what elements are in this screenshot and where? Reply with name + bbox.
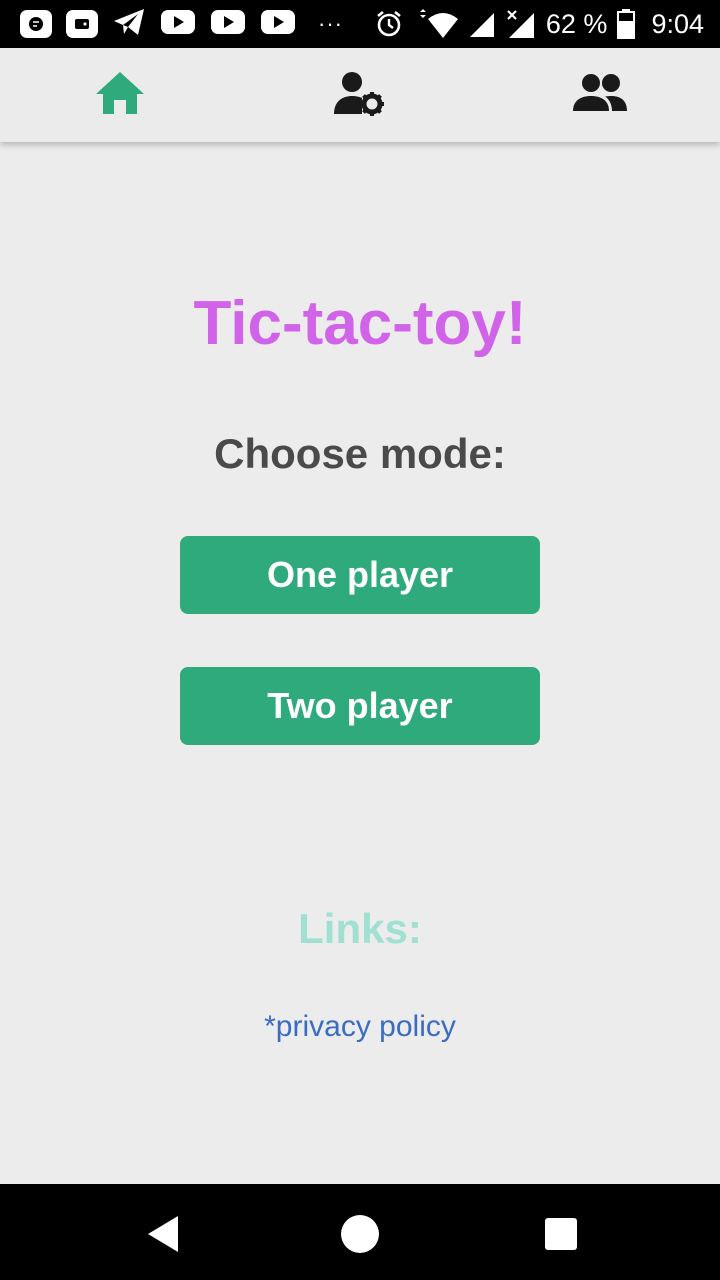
battery-icon	[617, 9, 636, 39]
privacy-policy-link[interactable]: *privacy policy	[0, 1010, 720, 1044]
screen: ··· 62 % 9:04 Tic-tac-toy! Choose mode: …	[0, 0, 720, 1280]
home-button[interactable]	[338, 1212, 382, 1256]
nav-players-button[interactable]	[565, 58, 635, 128]
notification-icons: ···	[20, 7, 343, 42]
more-notifications-indicator: ···	[318, 11, 343, 36]
home-icon	[96, 72, 144, 114]
youtube-icon	[260, 8, 296, 41]
recents-button[interactable]	[539, 1212, 583, 1256]
one-player-button[interactable]: One player	[180, 536, 540, 614]
wallet-app-icon	[66, 10, 98, 38]
recents-icon	[545, 1218, 577, 1250]
signal-no-service-icon	[506, 9, 536, 39]
home-circle-icon	[341, 1215, 379, 1253]
two-player-button[interactable]: Two player	[180, 667, 540, 745]
telegram-icon	[112, 7, 146, 42]
back-button[interactable]	[140, 1212, 184, 1256]
alarm-icon	[374, 9, 404, 39]
signal-icon	[468, 10, 496, 38]
youtube-icon	[160, 8, 196, 41]
back-icon	[148, 1216, 178, 1252]
chat-app-icon	[20, 10, 52, 38]
android-nav-bar	[0, 1184, 720, 1280]
top-nav-bar	[0, 48, 720, 142]
system-icons: 62 % 9:04	[374, 9, 704, 40]
wifi-icon	[414, 9, 458, 39]
user-settings-icon	[334, 72, 384, 116]
battery-percent: 62 %	[545, 8, 608, 39]
links-heading: Links:	[298, 905, 422, 952]
nav-user-settings-button[interactable]	[325, 58, 395, 128]
status-bar: ··· 62 % 9:04	[0, 0, 720, 48]
app-title: Tic-tac-toy!	[193, 289, 527, 358]
choose-mode-label: Choose mode:	[214, 430, 506, 477]
youtube-icon	[210, 8, 246, 41]
clock: 9:04	[651, 8, 704, 39]
nav-home-button[interactable]	[85, 58, 155, 128]
group-icon	[573, 74, 627, 111]
